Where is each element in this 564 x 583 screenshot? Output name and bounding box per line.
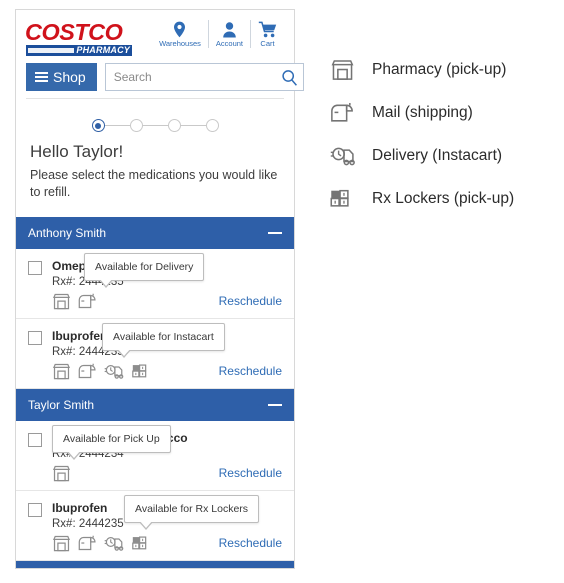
header-nav: Warehouses Account Cart <box>152 18 284 48</box>
medication-row: Ibuprofen Rx#: 2444235 Reschedule Availa… <box>16 319 294 389</box>
legend-row-mail: Mail (shipping) <box>330 91 555 134</box>
tooltip-text: Available for Delivery <box>95 260 194 273</box>
medication-checkbox[interactable] <box>28 432 42 447</box>
step-dot-3[interactable] <box>167 119 181 132</box>
costco-wordmark: COSTCO <box>25 19 123 45</box>
nav-item-account[interactable]: Account <box>207 20 250 48</box>
pharmacy-banner: PHARMACY <box>26 45 132 56</box>
delivery-icon[interactable] <box>104 535 125 552</box>
screenshot-root: COSTCO PHARMACY Warehouses Account Cart … <box>0 0 564 583</box>
mail-icon[interactable] <box>78 363 97 380</box>
pharmacy-icon[interactable] <box>52 363 71 380</box>
pharmacy-icon[interactable] <box>52 465 71 482</box>
pharmacy-banner-text: PHARMACY <box>76 45 130 55</box>
locker-icon[interactable] <box>132 363 151 380</box>
app-header: COSTCO PHARMACY Warehouses Account Cart … <box>16 10 304 105</box>
search-row: Shop <box>26 63 304 91</box>
mail-icon[interactable] <box>78 293 97 310</box>
mail-icon <box>330 102 364 124</box>
pharmacy-app-card: COSTCO PHARMACY Warehouses Account Cart … <box>15 9 304 569</box>
step-line-1 <box>104 124 130 127</box>
person-icon <box>222 20 237 38</box>
search-icon[interactable] <box>277 69 303 86</box>
medication-checkbox[interactable] <box>28 502 42 517</box>
medication-checkbox[interactable] <box>28 260 42 275</box>
fulfillment-icons <box>52 363 151 380</box>
location-pin-icon <box>173 20 186 38</box>
tooltip-text: Available for Rx Lockers <box>135 502 249 515</box>
patient-header-anthony-smith[interactable]: Anthony Smith <box>16 216 294 249</box>
medication-row: Ibuprofen Rx#: 2444235 Reschedule Availa… <box>16 491 294 561</box>
hamburger-icon <box>35 72 48 82</box>
collapse-minus-icon[interactable] <box>268 231 282 234</box>
step-dot-1[interactable] <box>91 119 105 132</box>
nav-label-account: Account <box>215 39 243 48</box>
tooltip-text: Available for Instacart <box>113 330 214 343</box>
nav-item-cart[interactable]: Cart <box>250 20 284 48</box>
step-dot-4[interactable] <box>205 119 219 132</box>
delivery-icon <box>330 145 364 167</box>
fulfillment-legend: Pharmacy (pick-up) Mail (shipping) Deliv… <box>330 48 555 220</box>
fulfillment-icons <box>52 535 151 552</box>
nav-label-warehouses: Warehouses <box>159 39 201 48</box>
tooltip-available-for-delivery: Available for Delivery <box>84 252 205 288</box>
collapse-minus-icon[interactable] <box>268 403 282 406</box>
tooltip-text: Available for Pick Up <box>63 432 160 445</box>
tooltip-available-for-rx-lockers: Available for Rx Lockers <box>124 494 260 530</box>
shop-menu-button[interactable]: Shop <box>26 63 97 91</box>
reschedule-link[interactable]: Reschedule <box>219 364 282 378</box>
fulfillment-icons <box>52 465 71 482</box>
shop-button-label: Shop <box>53 69 86 85</box>
step-line-3 <box>180 124 206 127</box>
greeting-subtitle: Please select the medications you would … <box>30 168 278 199</box>
header-divider <box>26 98 284 99</box>
greeting-block: Hello Taylor! Please select the medicati… <box>16 140 294 217</box>
medication-row: Omeprazole 20mg Costco Rx#: 2444235 <box>16 249 294 319</box>
locker-icon[interactable] <box>132 535 151 552</box>
mail-icon[interactable] <box>78 535 97 552</box>
delivery-icon[interactable] <box>104 363 125 380</box>
medication-row: Omeprazole 20mg Acco Rx#: 2444234 Resche… <box>16 421 294 491</box>
progress-stepper <box>16 105 294 140</box>
costco-pharmacy-logo[interactable]: COSTCO PHARMACY <box>25 18 132 56</box>
pharmacy-icon <box>330 59 364 81</box>
tooltip-available-for-pick-up: Available for Pick Up <box>52 424 171 460</box>
legend-label: Rx Lockers (pick-up) <box>372 189 515 207</box>
search-bar[interactable] <box>104 63 304 91</box>
legend-row-pharmacy: Pharmacy (pick-up) <box>330 48 555 91</box>
nav-label-cart: Cart <box>260 39 275 48</box>
card-footer-bar <box>16 560 294 568</box>
reschedule-link[interactable]: Reschedule <box>219 536 282 550</box>
tooltip-available-for-instacart: Available for Instacart <box>102 322 225 358</box>
greeting-title: Hello Taylor! <box>30 142 124 161</box>
locker-icon <box>330 188 364 210</box>
legend-label: Delivery (Instacart) <box>372 146 503 164</box>
pharmacy-icon[interactable] <box>52 535 71 552</box>
cart-icon <box>258 20 277 38</box>
fulfillment-icons <box>52 293 97 310</box>
step-line-2 <box>142 124 168 127</box>
legend-label: Pharmacy (pick-up) <box>372 60 507 78</box>
medication-checkbox[interactable] <box>28 330 42 345</box>
patient-header-taylor-smith[interactable]: Taylor Smith <box>16 388 294 421</box>
legend-label: Mail (shipping) <box>372 103 473 121</box>
reschedule-link[interactable]: Reschedule <box>219 466 282 480</box>
legend-row-delivery: Delivery (Instacart) <box>330 134 555 177</box>
step-dot-2[interactable] <box>129 119 143 132</box>
legend-row-rx-lockers: Rx Lockers (pick-up) <box>330 177 555 220</box>
patient-name-label: Anthony Smith <box>28 225 107 240</box>
reschedule-link[interactable]: Reschedule <box>219 294 282 308</box>
search-input[interactable] <box>105 70 277 84</box>
pharmacy-icon[interactable] <box>52 293 71 310</box>
nav-item-warehouses[interactable]: Warehouses <box>152 20 208 48</box>
patient-name-label: Taylor Smith <box>28 397 95 412</box>
